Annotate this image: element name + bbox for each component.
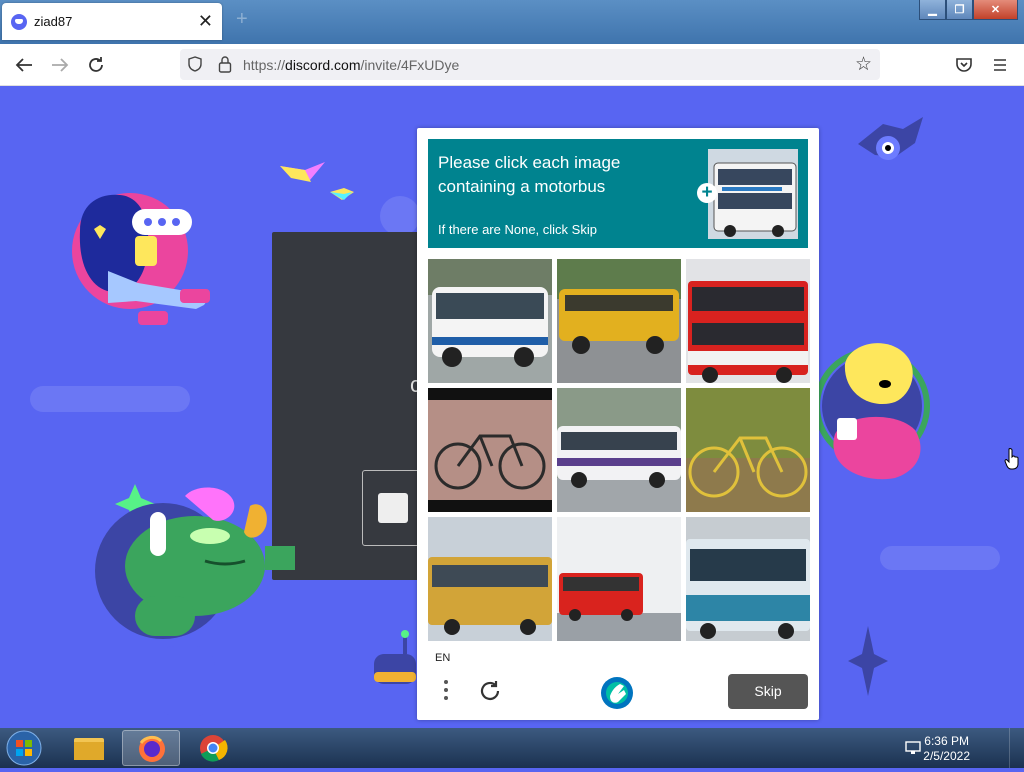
captcha-tile[interactable] [686,517,810,641]
minimize-button[interactable]: ▁ [919,0,946,20]
system-tray: 6:36 PM 2/5/2022 [904,728,1024,768]
network-icon[interactable] [904,740,922,756]
chrome-icon [200,735,228,762]
bat-creature-illustration [858,117,923,160]
pocket-icon[interactable] [952,53,976,77]
cloud-decoration [880,546,1000,570]
refresh-challenge-icon[interactable] [477,678,503,704]
flying-books-illustration [280,162,354,200]
browser-titlebar: ziad87 ✕ + ▁ ❐ ✕ [0,0,1024,44]
language-selector[interactable]: EN [435,652,450,664]
folder-icon [74,738,104,760]
chrome-taskbar-button[interactable] [184,730,242,766]
back-icon[interactable] [12,53,36,77]
captcha-tile[interactable] [557,517,681,641]
green-monster-illustration [95,484,295,716]
windows-taskbar: 6:36 PM 2/5/2022 [0,728,1024,768]
skip-button[interactable]: Skip [728,674,808,709]
captcha-tile[interactable] [557,259,681,383]
captcha-challenge: Please click each image containing a mot… [417,128,819,720]
firefox-icon [139,735,165,762]
close-window-button[interactable]: ✕ [973,0,1018,20]
browser-navbar: https://discord.com/invite/4FxUDye ☆ [0,44,1024,86]
captcha-hint: If there are None, click Skip [438,222,597,237]
clock-time: 6:36 PM [924,734,969,748]
hamburger-menu-icon[interactable] [988,53,1012,77]
captcha-image-grid [428,259,810,641]
hand-cursor-icon [1004,448,1019,470]
cloud-decoration [380,196,420,236]
robot-illustration [374,630,416,684]
browser-tab[interactable]: ziad87 ✕ [2,3,222,40]
invite-card-box [362,470,424,546]
captcha-tile[interactable] [557,388,681,512]
start-button[interactable] [4,729,44,767]
captcha-plus-icon: + [697,183,717,203]
file-explorer-taskbar-button[interactable] [60,730,118,766]
captcha-tile[interactable] [428,517,552,641]
captcha-tile[interactable] [428,388,552,512]
captcha-header: Please click each image containing a mot… [428,139,808,248]
shield-icon[interactable] [188,56,202,72]
show-desktop-button[interactable] [1009,728,1024,768]
clock-date: 2/5/2022 [923,749,970,763]
window-controls: ▁ ❐ ✕ [919,0,1018,20]
maximize-button[interactable]: ❐ [946,0,973,20]
captcha-prompt: Please click each image containing a mot… [438,153,621,196]
yellow-character-illustration [815,343,930,480]
captcha-sample-image [708,149,798,239]
captcha-tile[interactable] [428,259,552,383]
more-options-icon[interactable] [441,677,451,707]
tab-close-icon[interactable]: ✕ [198,11,213,32]
discord-favicon-icon [11,14,27,30]
clock[interactable]: 6:36 PM 2/5/2022 [923,734,970,764]
tab-title: ziad87 [34,14,73,29]
captcha-tile[interactable] [686,259,810,383]
url-text[interactable]: https://discord.com/invite/4FxUDye [243,57,459,73]
bookmark-star-icon[interactable]: ☆ [855,53,872,76]
address-bar[interactable]: https://discord.com/invite/4FxUDye ☆ [180,49,880,80]
firefox-taskbar-button[interactable] [122,730,180,766]
cloud-decoration [30,386,190,412]
reload-icon[interactable] [84,53,108,77]
captcha-tile[interactable] [686,388,810,512]
sparkle-icon [848,626,888,696]
new-tab-button[interactable]: + [236,8,248,31]
girl-with-phone-illustration [72,193,210,325]
forward-icon[interactable] [48,53,72,77]
lock-icon[interactable] [218,55,232,73]
hcaptcha-logo-icon [601,677,633,709]
invite-card: c [272,232,432,580]
